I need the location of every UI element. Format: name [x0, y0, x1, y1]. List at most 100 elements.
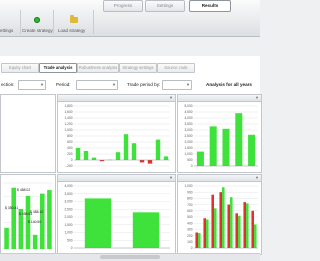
- y-tick-label: 1,000: [65, 231, 73, 235]
- tab-strategy-settings[interactable]: Strategy settings: [119, 63, 157, 73]
- y-tick-label: 200: [187, 234, 193, 238]
- y-tick-label: 3,500: [185, 122, 193, 126]
- y-tick-label: 1,800: [65, 104, 73, 108]
- y-tick-label: 3,000: [65, 200, 73, 204]
- bar: [11, 188, 16, 249]
- bar: [248, 135, 255, 166]
- y-tick-label: 500: [187, 215, 193, 219]
- bar: [4, 228, 9, 249]
- chart-box-bottom-left: $ 488.02$ 350.41$ 458.63$ 488.10$ 140.90: [0, 174, 56, 255]
- bar: [164, 156, 168, 160]
- period-select[interactable]: ▼: [76, 80, 118, 90]
- chart-header: ▼: [178, 95, 261, 102]
- y-tick-label: 1,400: [65, 116, 73, 120]
- y-tick-label: 0: [191, 164, 193, 168]
- toolbar-separator: [53, 10, 54, 34]
- chevron-down-icon: ▼: [40, 83, 44, 87]
- bar-value-label: $ 140.90: [28, 220, 41, 224]
- y-tick-label: 100: [187, 240, 193, 244]
- bar: [195, 233, 198, 249]
- bar: [116, 152, 120, 160]
- y-tick-label: 2,000: [65, 215, 73, 219]
- tab-trade-analysis[interactable]: Trade analysis: [39, 63, 77, 73]
- y-tick-label: 4,000: [185, 116, 193, 120]
- y-tick-label: 0: [71, 246, 73, 250]
- chart-bottom-right: 1,0009008007006005004003002001000: [178, 182, 261, 254]
- play-icon: [34, 17, 40, 23]
- bar: [211, 195, 214, 248]
- chart-header: ▼: [58, 175, 175, 182]
- bar: [33, 235, 38, 249]
- chart-bottom-left: $ 488.02$ 350.41$ 458.63$ 488.10$ 140.90: [1, 175, 55, 254]
- chart-top-right: 5,0004,5004,0003,5003,0002,5002,0001,500…: [178, 102, 261, 172]
- tab-results[interactable]: Results: [189, 0, 231, 12]
- y-tick-label: 700: [187, 203, 193, 207]
- bar-value-label: $ 350.41: [5, 206, 18, 210]
- tab-settings[interactable]: Settings: [145, 0, 185, 12]
- load-strategy-label: Load strategy: [58, 28, 85, 33]
- settings-label: ettings: [0, 28, 13, 33]
- toolbar-separator: [93, 10, 94, 34]
- bar: [198, 233, 201, 248]
- y-tick-label: 3,500: [65, 192, 73, 196]
- tab-robustness-analysis[interactable]: Robustness analysis: [77, 63, 119, 73]
- chart-box-top-middle: ▼ 1,8001,6001,4001,2001,0008006004002000…: [57, 94, 176, 173]
- chevron-down-icon[interactable]: ▼: [255, 95, 259, 101]
- bar: [76, 148, 80, 160]
- bar: [230, 197, 233, 248]
- y-tick-label: 600: [187, 209, 193, 213]
- bar: [124, 134, 128, 160]
- y-tick-label: 1,600: [65, 110, 73, 114]
- bar: [246, 203, 249, 248]
- y-tick-label: 1,000: [65, 128, 73, 132]
- chevron-down-icon[interactable]: ▼: [169, 175, 173, 181]
- y-tick-label: 500: [187, 158, 193, 162]
- bar: [235, 213, 238, 248]
- y-tick-label: 2,500: [65, 207, 73, 211]
- tab-source-code[interactable]: Source code: [157, 63, 195, 73]
- chart-box-top-right: ▼ 5,0004,5004,0003,5003,0002,5002,0001,5…: [177, 94, 262, 173]
- toolbar-separator: [20, 10, 21, 34]
- y-tick-label: 2,500: [185, 134, 193, 138]
- y-tick-label: 600: [67, 140, 73, 144]
- direction-label: ection:: [1, 82, 15, 87]
- chevron-down-icon[interactable]: ▼: [255, 175, 259, 181]
- bar: [132, 143, 136, 160]
- y-tick-label: 0: [191, 246, 193, 250]
- y-tick-label: 1,200: [65, 122, 73, 126]
- bar: [85, 198, 111, 248]
- bar: [214, 208, 217, 248]
- y-tick-label: 900: [187, 190, 193, 194]
- bar: [222, 129, 229, 166]
- folder-icon: [70, 17, 78, 23]
- chevron-down-icon[interactable]: ▼: [169, 95, 173, 101]
- y-tick-label: 1,000: [185, 184, 193, 188]
- analysis-label: Analysis for all years: [206, 82, 252, 87]
- bar: [238, 216, 241, 248]
- scrollbar-thumb[interactable]: [100, 255, 160, 259]
- chart-box-bottom-middle: ▼ 4,0003,5003,0002,5002,0001,5001,000500…: [57, 174, 176, 255]
- bar: [235, 113, 242, 166]
- bar: [219, 192, 222, 248]
- bar: [156, 140, 160, 160]
- y-tick-label: 800: [187, 197, 193, 201]
- chevron-down-icon: ▼: [112, 83, 116, 87]
- chart-bottom-middle: 4,0003,5003,0002,5002,0001,5001,0005000: [58, 182, 175, 254]
- y-tick-label: 500: [67, 238, 73, 242]
- direction-select[interactable]: ▼: [18, 80, 46, 90]
- y-tick-label: 4,500: [185, 110, 193, 114]
- create-strategy-label: Create strategy: [22, 28, 53, 33]
- y-tick-label: 200: [67, 152, 73, 156]
- trade-period-select[interactable]: ▼: [162, 80, 192, 90]
- tab-progress[interactable]: Progress: [103, 0, 143, 12]
- tab-equity-chart[interactable]: Equity chart: [1, 63, 39, 73]
- bar: [140, 160, 144, 162]
- bar: [203, 218, 206, 248]
- bar: [92, 158, 96, 160]
- bar: [197, 152, 204, 166]
- y-tick-label: 400: [67, 146, 73, 150]
- bar-value-label: $ 488.02: [17, 188, 30, 192]
- chart-header: ▼: [178, 175, 261, 182]
- y-tick-label: -200: [66, 164, 73, 168]
- period-label: Period:: [56, 82, 71, 87]
